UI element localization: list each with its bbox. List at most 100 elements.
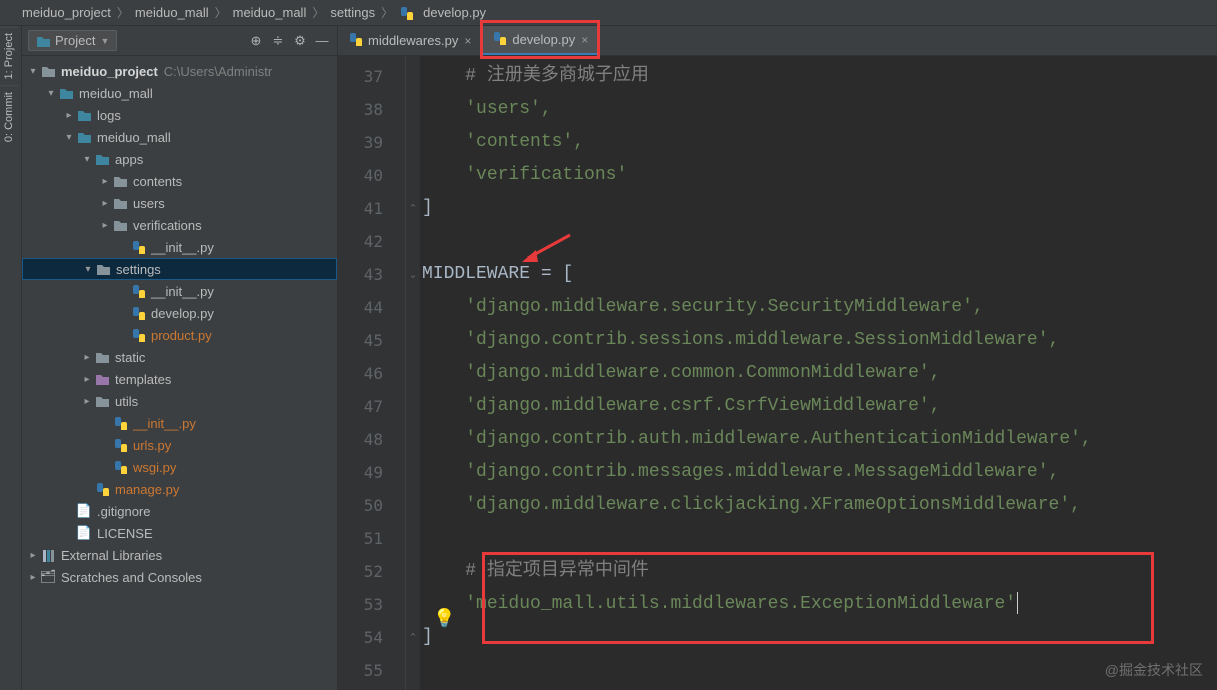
tree-item[interactable]: ▸ contents — [22, 170, 337, 192]
tab-develop[interactable]: develop.py × — [482, 26, 599, 55]
annotation-arrow-icon — [520, 230, 580, 270]
expand-arrow-icon[interactable]: ▾ — [44, 88, 58, 99]
line-number: 39 — [338, 126, 405, 159]
fold-end-icon[interactable]: ⌃ — [406, 192, 420, 225]
code-text: 'contents', — [465, 132, 584, 152]
left-tool-rail: 1: Project 0: Commit — [0, 26, 22, 690]
project-tool-tab[interactable]: 1: Project — [0, 26, 18, 85]
intention-bulb-icon[interactable]: 💡 — [433, 608, 455, 629]
collapse-arrow-icon[interactable]: ▸ — [98, 220, 112, 231]
tree-label: manage.py — [115, 482, 179, 497]
line-number: 54 — [338, 621, 405, 654]
fold-end-icon[interactable]: ⌃ — [406, 621, 420, 654]
close-icon[interactable]: × — [464, 34, 471, 48]
collapse-arrow-icon[interactable]: ▸ — [98, 176, 112, 187]
tree-item[interactable]: wsgi.py — [22, 456, 337, 478]
crumb[interactable]: meiduo_mall — [233, 5, 307, 20]
python-file-icon — [112, 415, 128, 431]
tree-item[interactable]: product.py — [22, 324, 337, 346]
tree-item[interactable]: __init__.py — [22, 236, 337, 258]
tree-item[interactable]: 📄 .gitignore — [22, 500, 337, 522]
line-number: 42 — [338, 225, 405, 258]
folder-icon — [95, 261, 111, 277]
code-text: ] — [422, 198, 433, 218]
tree-item[interactable]: ▸ External Libraries — [22, 544, 337, 566]
expand-arrow-icon[interactable]: ▾ — [80, 154, 94, 165]
code-text: 'django.middleware.security.SecurityMidd… — [465, 297, 983, 317]
expand-arrow-icon[interactable]: ▾ — [62, 132, 76, 143]
tree-label: apps — [115, 152, 143, 167]
tree-item[interactable]: ▾ meiduo_mall — [22, 82, 337, 104]
expand-arrow-icon[interactable]: ▾ — [81, 264, 95, 275]
gear-icon[interactable]: ⚙ — [291, 32, 309, 50]
tab-label: develop.py — [512, 32, 575, 47]
close-icon[interactable]: × — [581, 33, 588, 47]
tree-label: __init__.py — [133, 416, 196, 431]
hide-icon[interactable]: — — [313, 32, 331, 50]
tree-label: develop.py — [151, 306, 214, 321]
expand-arrow-icon[interactable]: ▾ — [26, 66, 40, 77]
collapse-arrow-icon[interactable]: ▸ — [62, 110, 76, 121]
code-text: MIDDLEWARE — [422, 264, 530, 284]
tree-root[interactable]: ▾ meiduo_project C:\Users\Administr — [22, 60, 337, 82]
tree-item[interactable]: ▸ 🗂 Scratches and Consoles — [22, 566, 337, 588]
collapse-arrow-icon[interactable]: ▸ — [80, 396, 94, 407]
project-view-selector[interactable]: Project ▼ — [28, 30, 117, 51]
chevron-right-icon: 〉 — [215, 4, 227, 21]
folder-icon — [76, 107, 92, 123]
line-number: 46 — [338, 357, 405, 390]
tree-item[interactable]: develop.py — [22, 302, 337, 324]
code-text: # 注册美多商城子应用 — [465, 66, 649, 86]
collapse-arrow-icon[interactable]: ▸ — [26, 550, 40, 561]
tree-label: product.py — [151, 328, 212, 343]
tree-item[interactable]: 📄 LICENSE — [22, 522, 337, 544]
folder-icon — [112, 173, 128, 189]
tree-path: C:\Users\Administr — [164, 64, 272, 79]
line-number: 50 — [338, 489, 405, 522]
collapse-arrow-icon[interactable]: ▸ — [98, 198, 112, 209]
python-file-icon — [399, 6, 413, 20]
tree-item[interactable]: ▸ templates — [22, 368, 337, 390]
tree-item[interactable]: ▾ meiduo_mall — [22, 126, 337, 148]
line-number: 40 — [338, 159, 405, 192]
folder-icon — [94, 151, 110, 167]
tree-item[interactable]: ▾ apps — [22, 148, 337, 170]
tree-label: static — [115, 350, 145, 365]
folder-icon — [112, 195, 128, 211]
crumb[interactable]: meiduo_project — [22, 5, 111, 20]
crumb[interactable]: develop.py — [423, 5, 486, 20]
collapse-arrow-icon[interactable]: ▸ — [80, 374, 94, 385]
python-file-icon — [112, 459, 128, 475]
tree-item-settings[interactable]: ▾ settings — [22, 258, 337, 280]
crumb[interactable]: settings — [330, 5, 375, 20]
python-file-icon — [112, 437, 128, 453]
tree-item[interactable]: ▸ users — [22, 192, 337, 214]
tree-item[interactable]: __init__.py — [22, 280, 337, 302]
code-text: 'django.contrib.auth.middleware.Authenti… — [465, 429, 1092, 449]
tree-label: settings — [116, 262, 161, 277]
code-text: 'verifications' — [465, 165, 627, 185]
fold-strip: ⌃ ⌄ ⌃ — [406, 56, 420, 690]
tree-item[interactable]: manage.py — [22, 478, 337, 500]
tree-item[interactable]: urls.py — [22, 434, 337, 456]
expand-icon[interactable]: ≑ — [269, 32, 287, 50]
tree-item[interactable]: ▸ logs — [22, 104, 337, 126]
folder-icon — [76, 129, 92, 145]
tree-item[interactable]: __init__.py — [22, 412, 337, 434]
crumb[interactable]: meiduo_mall — [135, 5, 209, 20]
locate-icon[interactable]: ⊕ — [247, 32, 265, 50]
watermark: @掘金技术社区 — [1105, 660, 1203, 680]
commit-tool-tab[interactable]: 0: Commit — [0, 85, 18, 148]
collapse-arrow-icon[interactable]: ▸ — [80, 352, 94, 363]
fold-start-icon[interactable]: ⌄ — [406, 258, 420, 291]
tree-label: External Libraries — [61, 548, 162, 563]
tree-label: .gitignore — [97, 504, 150, 519]
project-tree[interactable]: ▾ meiduo_project C:\Users\Administr ▾ me… — [22, 56, 337, 690]
tab-middlewares[interactable]: middlewares.py × — [338, 26, 482, 55]
collapse-arrow-icon[interactable]: ▸ — [26, 572, 40, 583]
tree-item[interactable]: ▸ utils — [22, 390, 337, 412]
line-number: 43 — [338, 258, 405, 291]
tree-item[interactable]: ▸ static — [22, 346, 337, 368]
tree-label: Scratches and Consoles — [61, 570, 202, 585]
tree-item[interactable]: ▸ verifications — [22, 214, 337, 236]
